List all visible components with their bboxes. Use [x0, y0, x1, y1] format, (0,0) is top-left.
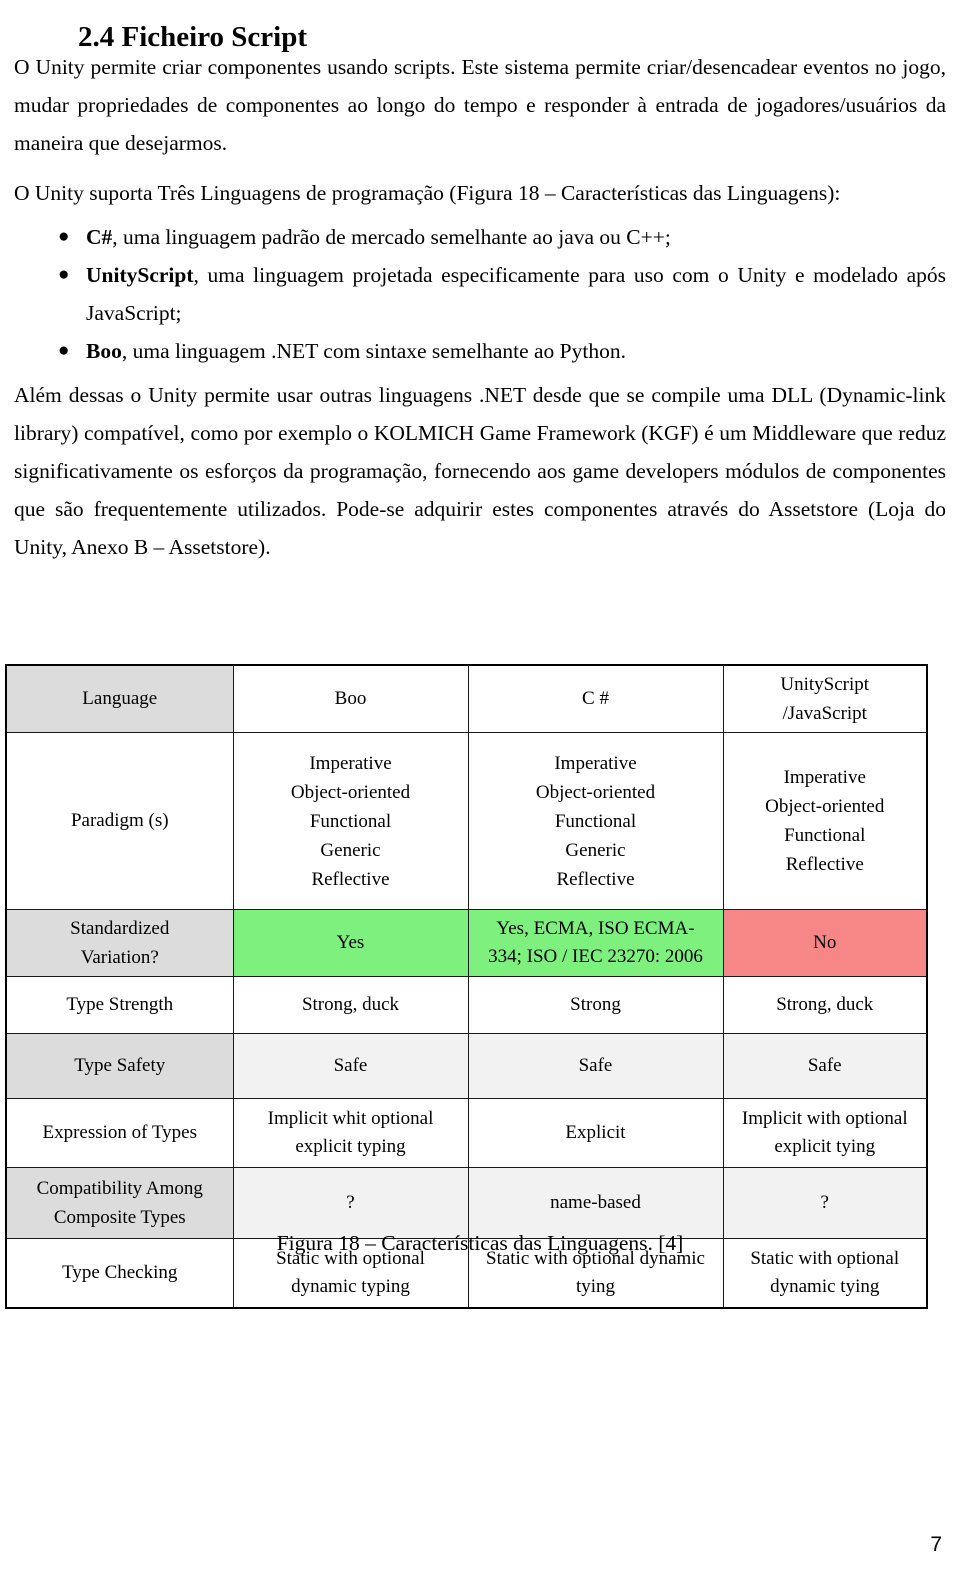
document-page: 2.4 Ficheiro Script O Unity permite cria… [0, 0, 960, 1569]
row-label-line1: Compatibility Among [36, 1178, 203, 1199]
table-header-unityscript: UnityScript /JavaScript [722, 664, 928, 733]
paradigm-item: Functional [554, 810, 637, 832]
bullet-dot-icon: ● [58, 226, 70, 247]
cell-type-strength-unityscript: Strong, duck [722, 976, 928, 1034]
list-item-term: Boo [86, 339, 122, 363]
language-comparison-table: Language Boo C # UnityScript /JavaScript… [5, 664, 928, 1309]
cell-line1: Implicit whit optional [267, 1108, 434, 1129]
cell-paradigm-unityscript: Imperative Object-oriented Functional Re… [722, 732, 928, 910]
cell-standardized-csharp: Yes, ECMA, ISO ECMA- 334; ISO / IEC 2327… [467, 909, 724, 977]
cell-standardized-boo: Yes [232, 909, 469, 977]
list-item-term: C# [86, 225, 113, 249]
paradigm-item: Reflective [785, 854, 864, 875]
row-label-paradigm: Paradigm (s) [5, 732, 234, 910]
language-comparison-table-wrapper: Language Boo C # UnityScript /JavaScript… [5, 664, 928, 1309]
cell-expression-boo: Implicit whit optional explicit typing [232, 1098, 469, 1168]
paragraph-closing: Além dessas o Unity permite usar outras … [14, 383, 946, 559]
table-header-unityscript-line2: /JavaScript [782, 703, 867, 724]
table-row: Paradigm (s) Imperative Object-oriented … [5, 732, 928, 910]
row-label-standardized-variation: Standardized Variation? [5, 909, 234, 977]
table-header-unityscript-line1: UnityScript [780, 674, 870, 695]
table-row: Standardized Variation? Yes Yes, ECMA, I… [5, 909, 928, 977]
list-item-term: UnityScript [86, 263, 194, 287]
language-bullet-list: ● C#, uma linguagem padrão de mercado sem… [14, 218, 946, 370]
cell-type-safety-csharp: Safe [467, 1033, 724, 1099]
list-item: ● C#, uma linguagem padrão de mercado sem… [14, 218, 946, 256]
table-row: Expression of Types Implicit whit option… [5, 1098, 928, 1168]
cell-line2: tying [575, 1276, 616, 1297]
paradigm-item: Functional [309, 810, 392, 832]
table-row: Type Safety Safe Safe Safe [5, 1033, 928, 1099]
figure-caption: Figura 18 – Características das Linguage… [276, 1231, 684, 1255]
list-item-text: , uma linguagem projetada especificament… [86, 263, 946, 325]
paradigm-item: Generic [320, 839, 381, 861]
row-label-expression-of-types: Expression of Types [5, 1098, 234, 1168]
paradigm-item: Imperative [309, 752, 392, 774]
table-header-csharp: C # [467, 664, 724, 733]
cell-type-strength-boo: Strong, duck [232, 976, 469, 1034]
list-item: ● UnityScript, uma linguagem projetada es… [14, 256, 946, 332]
list-item-text: , uma linguagem padrão de mercado semelh… [112, 225, 671, 249]
paradigm-item: Imperative [783, 767, 866, 788]
cell-line2: explicit typing [295, 1136, 406, 1157]
row-label-line2: Variation? [80, 947, 159, 968]
list-item-text: , uma linguagem .NET com sintaxe semelha… [121, 339, 626, 363]
cell-line2: 334; ISO / IEC 23270: 2006 [488, 946, 703, 967]
cell-paradigm-boo: Imperative Object-oriented Functional Ge… [232, 732, 469, 910]
paradigm-item: Functional [784, 825, 866, 846]
paradigm-item: Reflective [311, 868, 390, 890]
page-number: 7 [930, 1533, 942, 1556]
table-header-language: Language [5, 664, 234, 733]
paradigm-item: Object-oriented [765, 796, 885, 817]
cell-type-safety-boo: Safe [232, 1033, 469, 1099]
cell-standardized-unityscript: No [722, 909, 928, 977]
paradigm-item: Object-oriented [290, 781, 411, 803]
paradigm-item: Reflective [556, 868, 635, 890]
list-item: ● Boo, uma linguagem .NET com sintaxe sem… [14, 332, 946, 370]
row-label-type-strength: Type Strength [5, 976, 234, 1034]
cell-line2: explicit tying [774, 1136, 876, 1157]
paragraph-languages-lead: O Unity suporta Três Linguagens de progr… [14, 181, 841, 205]
bullet-dot-icon: ● [58, 264, 70, 285]
cell-type-safety-unityscript: Safe [722, 1033, 928, 1099]
bullet-dot-icon: ● [58, 340, 70, 361]
cell-expression-unityscript: Implicit with optional explicit tying [722, 1098, 928, 1168]
cell-line2: dynamic typing [291, 1276, 410, 1297]
document-body: O Unity permite criar componentes usando… [14, 48, 946, 578]
cell-paradigm-csharp: Imperative Object-oriented Functional Ge… [467, 732, 724, 910]
table-row-header: Language Boo C # UnityScript /JavaScript [5, 664, 928, 733]
cell-type-strength-csharp: Strong [467, 976, 724, 1034]
table-header-boo: Boo [232, 664, 469, 733]
paradigm-item: Object-oriented [535, 781, 656, 803]
cell-line2: dynamic tying [770, 1276, 880, 1297]
cell-expression-csharp: Explicit [467, 1098, 724, 1168]
row-label-type-safety: Type Safety [5, 1033, 234, 1099]
paragraph-intro: O Unity permite criar componentes usando… [14, 55, 946, 155]
paradigm-item: Imperative [554, 752, 637, 774]
table-row: Type Strength Strong, duck Strong Strong… [5, 976, 928, 1034]
cell-line1: Yes, ECMA, ISO ECMA- [496, 918, 695, 939]
cell-line1: Implicit with optional [741, 1108, 908, 1129]
row-label-line1: Standardized [70, 918, 170, 939]
paradigm-item: Generic [565, 839, 626, 861]
